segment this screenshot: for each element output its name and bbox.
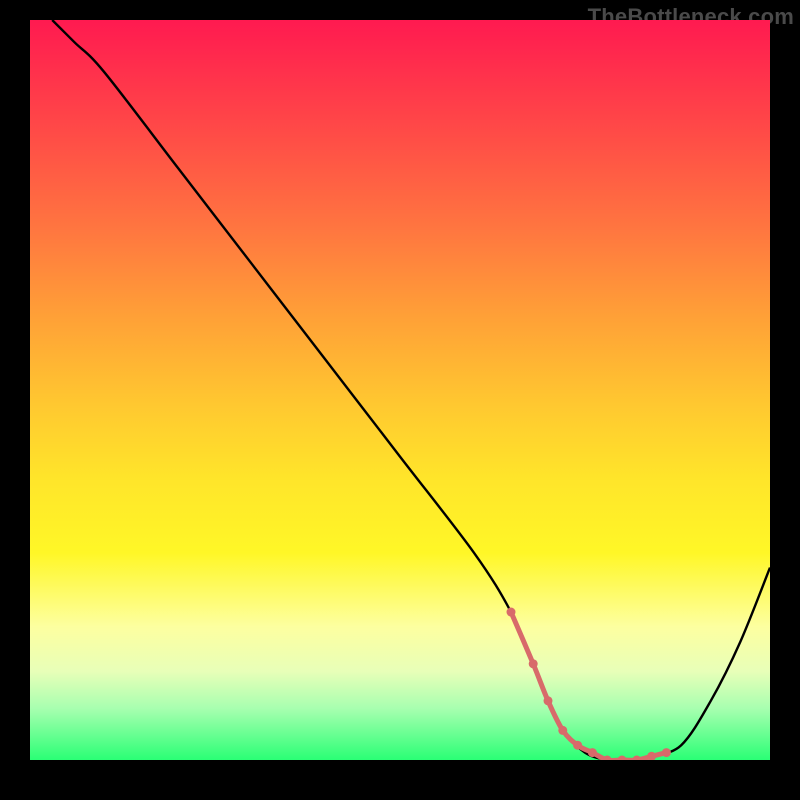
plot-area	[30, 20, 770, 760]
sweet-spot-markers	[507, 608, 671, 761]
chart-container: TheBottleneck.com	[0, 0, 800, 800]
curve-path	[52, 20, 770, 760]
bottleneck-curve	[30, 20, 770, 760]
